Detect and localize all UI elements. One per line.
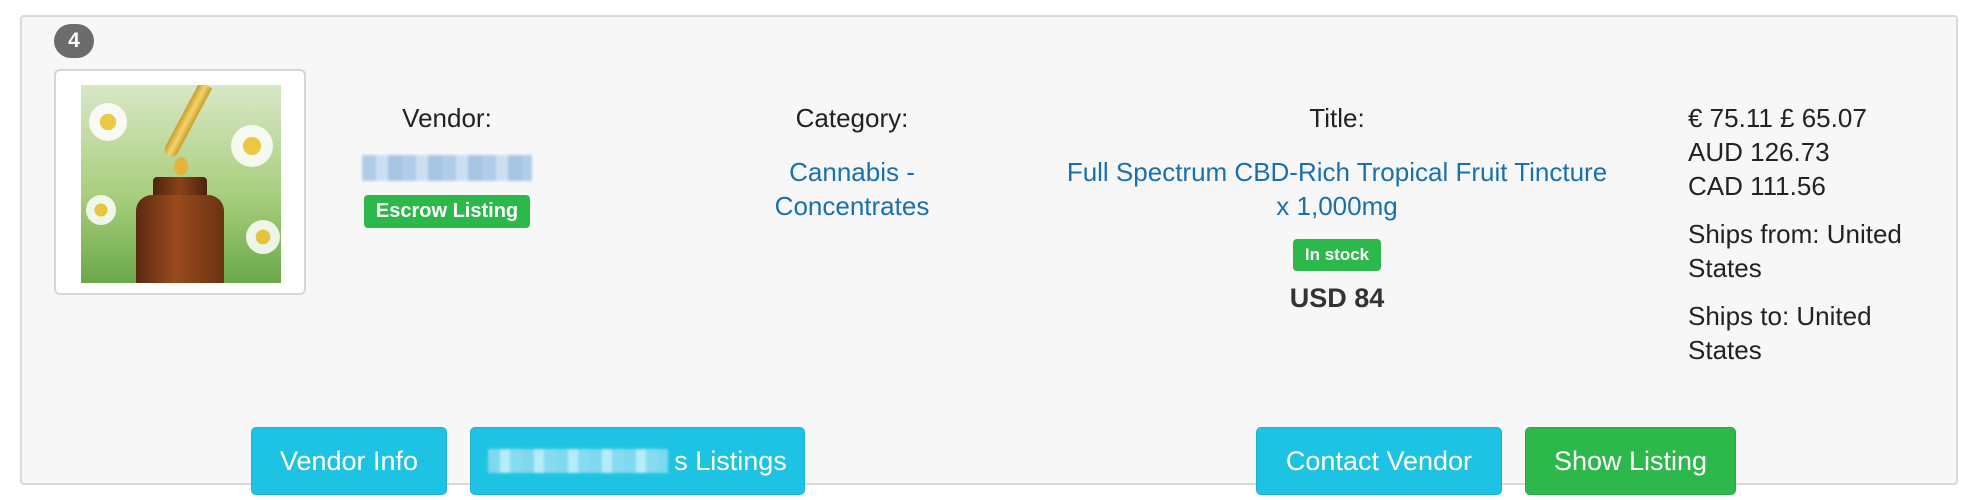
category-line-1: Cannabis - [789,157,915,187]
price-cad: CAD 111.56 [1688,171,1826,201]
vendor-label: Vendor: [402,103,492,133]
title-column: Title: Full Spectrum CBD-Rich Tropical F… [1032,101,1642,314]
ships-to-line-1: Ships to: United [1688,301,1872,331]
flower-decoration [246,220,280,254]
ships-from-line-1: Ships from: United [1688,219,1902,249]
vendor-column: Vendor: Escrow Listing [337,101,557,228]
escrow-badge: Escrow Listing [363,195,531,228]
vendor-name-link[interactable] [362,155,532,181]
listing-card: 4 Vendor: Escrow Listing Category: Canna… [20,15,1958,495]
redacted-vendor-name [488,449,669,473]
listing-thumbnail-frame[interactable] [54,69,306,295]
flower-decoration [231,125,273,167]
flower-decoration [86,195,116,225]
title-line-2: x 1,000mg [1276,191,1398,221]
in-stock-badge: In stock [1292,239,1382,271]
listing-index-badge: 4 [54,24,94,58]
dropper-graphic [162,85,213,159]
bottle-graphic [136,195,224,283]
ships-from: Ships from: United States [1688,217,1958,285]
listing-title-link[interactable]: Full Spectrum CBD-Rich Tropical Fruit Ti… [1032,155,1642,223]
category-column: Category: Cannabis - Concentrates [722,101,982,223]
contact-vendor-button[interactable]: Contact Vendor [1256,427,1502,495]
ships-to-line-2: States [1688,335,1762,365]
show-listing-button[interactable]: Show Listing [1525,427,1736,495]
price-eur-gbp: € 75.11 £ 65.07 [1688,103,1867,133]
flower-decoration [89,103,127,141]
cbd-bottle-image[interactable] [81,85,281,283]
ships-to: Ships to: United States [1688,299,1958,367]
ships-from-line-2: States [1688,253,1762,283]
category-label: Category: [795,103,909,133]
category-line-2: Concentrates [774,191,930,221]
title-label: Title: [1309,103,1365,133]
vendor-info-button[interactable]: Vendor Info [251,427,447,495]
vendor-listings-label: s Listings [674,445,787,476]
vendor-listings-button[interactable]: s Listings [470,427,805,495]
oil-drop-graphic [174,157,188,175]
price-aud: AUD 126.73 [1688,137,1830,167]
category-link[interactable]: Cannabis - Concentrates [722,155,982,223]
price-usd: USD 84 [1289,283,1385,313]
pricing-shipping-column: € 75.11 £ 65.07 AUD 126.73 CAD 111.56 Sh… [1688,101,1958,367]
title-line-1: Full Spectrum CBD-Rich Tropical Fruit Ti… [1066,157,1608,187]
